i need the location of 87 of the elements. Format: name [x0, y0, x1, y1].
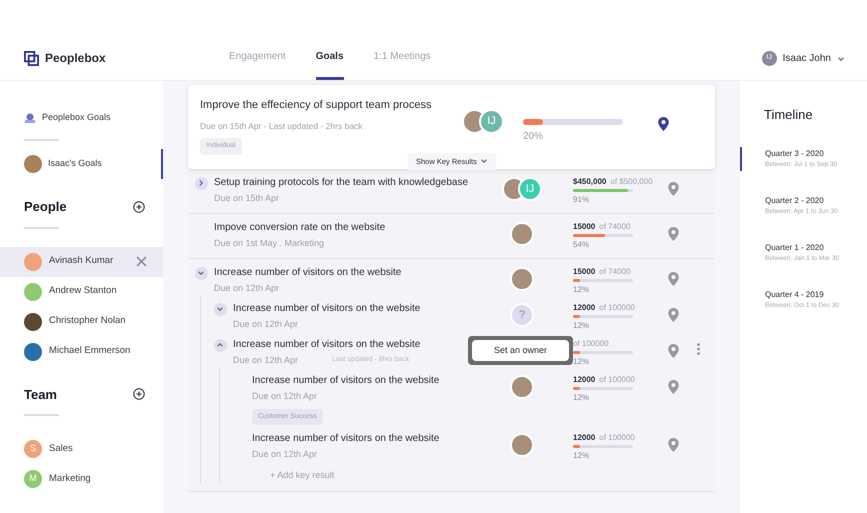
avatar-photo [510, 222, 534, 246]
team-item[interactable]: M Marketing [0, 464, 163, 494]
goal-title[interactable]: Increase number of visitors on the website [233, 302, 493, 316]
progress-value: 12000 [573, 302, 596, 313]
progress-value: 15000 [573, 266, 596, 277]
sidebar-item[interactable]: Peoplebox Goals [0, 103, 163, 133]
team-item[interactable]: S Sales [0, 434, 163, 464]
goal-title[interactable]: Increase number of visitors on the website [252, 432, 493, 446]
goal-due-date: Due on 12th Apr [252, 448, 318, 462]
initials-avatar: IJ [479, 109, 504, 134]
section-heading: People [24, 198, 67, 216]
goals-icon [24, 112, 36, 124]
add-icon[interactable] [133, 388, 145, 400]
expand-toggle[interactable] [214, 302, 226, 316]
avatar-photo [510, 374, 534, 399]
quarter-label: Quarter 1 - 2020 [765, 242, 825, 254]
timeline-title: Timeline [763, 106, 814, 124]
progress-percent: 12% [573, 450, 590, 462]
expand-toggle[interactable] [194, 266, 208, 280]
set-owner-option[interactable]: Set an owner [472, 340, 570, 362]
goal-due-date: Due on 12th Apr [214, 282, 280, 295]
initials-avatar: IJ [518, 176, 542, 201]
chevron-icon [216, 305, 224, 314]
progress-target: of $500,000 [610, 176, 653, 187]
person-name: Michael Emmerson [49, 344, 130, 358]
quarter-label: Quarter 4 - 2019 [765, 288, 825, 301]
pin-icon[interactable] [658, 117, 668, 131]
sidebar-item-label: Peoplebox Goals [42, 111, 111, 124]
quarter-label: Quarter 2 - 2020 [765, 194, 825, 207]
expand-toggle[interactable] [214, 338, 226, 352]
goal-title[interactable]: Impove conversion rate on the website [214, 220, 493, 235]
avatar-photo [24, 155, 42, 173]
brand-name: Peoplebox [45, 50, 106, 67]
more-options-icon[interactable] [696, 342, 700, 355]
goal-title[interactable]: Increase number of visitors on the website [252, 374, 493, 388]
avatar-photo [510, 433, 534, 458]
chevron-icon [216, 341, 224, 350]
goal-due-date: Due on 12th Apr [233, 318, 298, 331]
progress-value: $450,000 [573, 176, 606, 187]
progress-value: 12000 [573, 432, 596, 444]
goal-due-date: Due on 1st May . Marketing [214, 236, 324, 250]
progress-target: of 74000 [599, 220, 630, 232]
goal-title[interactable]: Increase number of visitors on the website [214, 266, 493, 280]
person-name: Andrew Stanton [49, 284, 117, 298]
progress-target: of 100000 [599, 302, 635, 313]
progress-percent: 12% [573, 356, 590, 367]
section-heading: Team [24, 386, 57, 404]
team-name: Marketing [49, 472, 91, 486]
progress-percent: 20% [523, 130, 544, 144]
chevron-icon [480, 157, 488, 166]
add-icon[interactable] [133, 200, 145, 213]
progress-target: of 100000 [599, 432, 635, 444]
goal-due-date: Due on 12th Apr [233, 354, 298, 367]
progress-percent: 54% [573, 238, 590, 250]
expand-toggle[interactable] [194, 176, 208, 190]
person-item[interactable]: Christopher Nolan [0, 306, 163, 336]
team-avatar: S [24, 440, 42, 458]
sidebar-item-label: Isaac's Goals [48, 157, 102, 170]
progress-percent: 12% [573, 392, 590, 403]
person-item[interactable]: Avinash Kumar [0, 246, 163, 276]
progress-target: of 100000 [599, 374, 635, 385]
progress-target: of 74000 [599, 266, 630, 277]
goal-meta: Due on 15th Apr - Last updated - 2hrs back [200, 120, 364, 132]
goal-title[interactable]: Improve the effeciency of support team process [200, 97, 462, 114]
goal-due-date: Due on 12th Apr [252, 390, 318, 403]
user-name[interactable]: Isaac John [782, 51, 831, 66]
close-icon[interactable] [136, 256, 147, 267]
progress-percent: 12% [573, 284, 590, 295]
person-item[interactable]: Andrew Stanton [0, 276, 163, 306]
avatar-photo [510, 266, 534, 291]
progress-value: 15000 [573, 220, 596, 232]
team-name: Sales [49, 442, 73, 456]
goal-due-date: Due on 15th Apr [214, 192, 280, 205]
logo-icon [24, 50, 39, 66]
goal-title[interactable]: Setup training protocols for the team with knowledgebase [214, 176, 493, 190]
progress-percent: 12% [573, 320, 590, 331]
team-avatar: M [24, 470, 42, 488]
chevron-icon [197, 179, 205, 188]
chevron-icon [837, 54, 845, 62]
quarter-label: Quarter 3 - 2020 [765, 148, 825, 160]
person-name: Avinash Kumar [49, 254, 114, 268]
person-name: Christopher Nolan [49, 314, 126, 328]
chevron-icon [197, 269, 205, 278]
person-item[interactable]: Michael Emmerson [0, 336, 163, 366]
progress-value: 12000 [573, 374, 596, 385]
progress-percent: 91% [573, 194, 590, 205]
progress-target: of 100000 [573, 338, 609, 349]
